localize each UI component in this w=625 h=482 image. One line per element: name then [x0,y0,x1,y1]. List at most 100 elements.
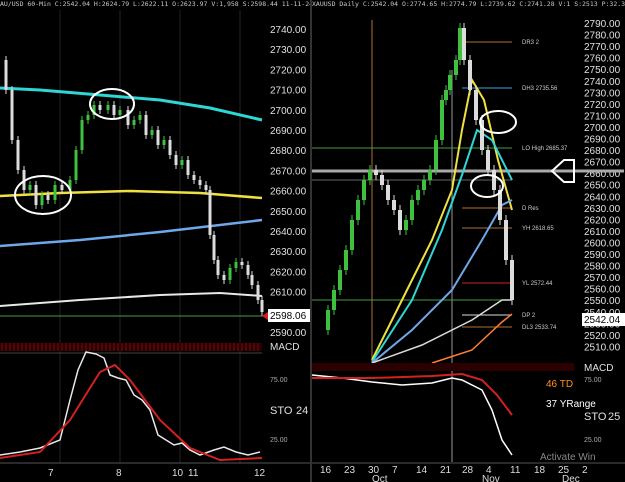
price-candle-body [392,200,396,210]
price-candle-body [150,130,154,135]
price-candle-body [380,175,384,185]
price-tick-label: 2670.00 [270,166,307,177]
price-candle-body [80,120,84,150]
price-tick-label: 2620.00 [584,215,621,226]
price-candle-body [138,115,142,120]
sto-d-line [312,372,513,416]
sto-value: 24 [296,405,308,417]
yrange-label: 37 YRange [546,399,596,410]
x-tick-label: 2 [582,465,588,476]
price-candle-body [462,28,466,60]
price-tick-label: 2690.00 [270,126,307,137]
x-tick-label: 10 [172,468,184,479]
x-tick-label: 18 [534,465,546,476]
price-tick-label: 2520.00 [584,331,621,342]
white-ma-line [0,291,263,307]
price-candle-body [332,290,336,310]
price-tick-label: 2720.00 [584,100,621,111]
x-month-label: Dec [562,474,580,482]
sto-tick-label: 75.00 [584,377,602,384]
annotation-circle [479,110,517,134]
left-chart-panel[interactable]: AU/USD 60-Min C:2542.04 H:2624.79 L:2622… [0,0,310,482]
price-candle-body [40,195,44,205]
blue-ma-line [371,199,513,364]
sto-label: STO [584,411,607,423]
price-candle-body [434,140,438,170]
price-tick-label: 2710.00 [584,111,621,122]
price-candle-body [374,170,378,175]
td-label: 46 TD [546,379,573,390]
cyan-ma-line [0,86,263,122]
price-tick-label: 2780.00 [584,31,621,42]
price-tick-label: 2600.00 [584,238,621,249]
right-chart-panel[interactable]: XAUUSD Daily C:2542.04 O:2774.65 H:2774.… [312,0,625,482]
price-candle-body [106,105,110,110]
price-candle-body [180,160,184,165]
price-candle-body [112,105,116,115]
price-tick-label: 2690.00 [584,135,621,146]
price-candle-body [492,170,496,190]
price-candle-body [344,250,348,270]
sto-value: 25 [608,411,620,423]
price-tick-label: 2550.00 [584,296,621,307]
price-candle-body [204,185,208,190]
watermark-text: Activate Win [540,452,596,463]
price-tick-label: 2650.00 [584,181,621,192]
price-candle-body [444,90,448,100]
macd-strip [312,363,574,371]
price-candle-body [404,220,408,230]
price-candle-body [260,300,264,312]
price-tag-label: 2598.06 [270,311,307,322]
x-tick-label: 11 [188,468,199,479]
price-candle-body [16,140,20,170]
price-tick-label: 2680.00 [584,146,621,157]
price-candle-body [118,110,122,115]
price-candle-body [60,185,64,190]
price-tick-label: 2570.00 [584,273,621,284]
price-candle-body [4,60,8,90]
price-candle-body [156,130,160,145]
price-candle-body [448,75,452,90]
price-candle-body [234,262,238,268]
price-candle-body [212,235,216,260]
macd-label: MACD [270,342,299,353]
x-tick-label: 16 [320,465,332,476]
x-tick-label: 7 [48,468,54,479]
x-month-label: Nov [482,474,500,482]
price-candle-body [86,115,90,120]
price-candle-body [53,185,57,200]
x-tick-label: 21 [440,465,452,476]
price-tick-label: 2680.00 [270,146,307,157]
price-candle-body [410,200,414,220]
price-candle-body [474,90,478,120]
price-tick-label: 2590.00 [270,328,307,339]
sto-tick-label: 75.00 [270,377,288,384]
price-tick-label: 2580.00 [584,262,621,273]
sto-k-line [312,374,513,456]
price-candle-body [228,268,232,280]
price-candle-body [132,120,136,125]
price-tick-label: 2590.00 [584,250,621,261]
price-candle-body [28,185,32,190]
price-tick-label: 2610.00 [584,227,621,238]
price-tick-label: 2610.00 [270,288,307,299]
price-candle-body [144,115,148,135]
price-candle-body [216,260,220,275]
price-candle-body [386,185,390,200]
price-candle-body [250,275,254,285]
level-label: DL3 2533.74 [522,325,557,331]
price-tick-label: 2630.00 [270,247,307,258]
price-candle-body [504,220,508,260]
price-candle-body [428,170,432,180]
price-candle-body [208,190,212,235]
price-candle-body [338,270,342,290]
price-tick-label: 2560.00 [584,285,621,296]
price-candle-body [486,150,490,170]
sto-d-line [0,363,263,462]
macd-strip [0,343,262,351]
price-tick-label: 2790.00 [584,19,621,30]
price-candle-body [326,310,330,330]
price-candle-body [98,105,102,110]
price-pointer-icon [262,312,268,320]
x-tick-label: 8 [116,468,122,479]
